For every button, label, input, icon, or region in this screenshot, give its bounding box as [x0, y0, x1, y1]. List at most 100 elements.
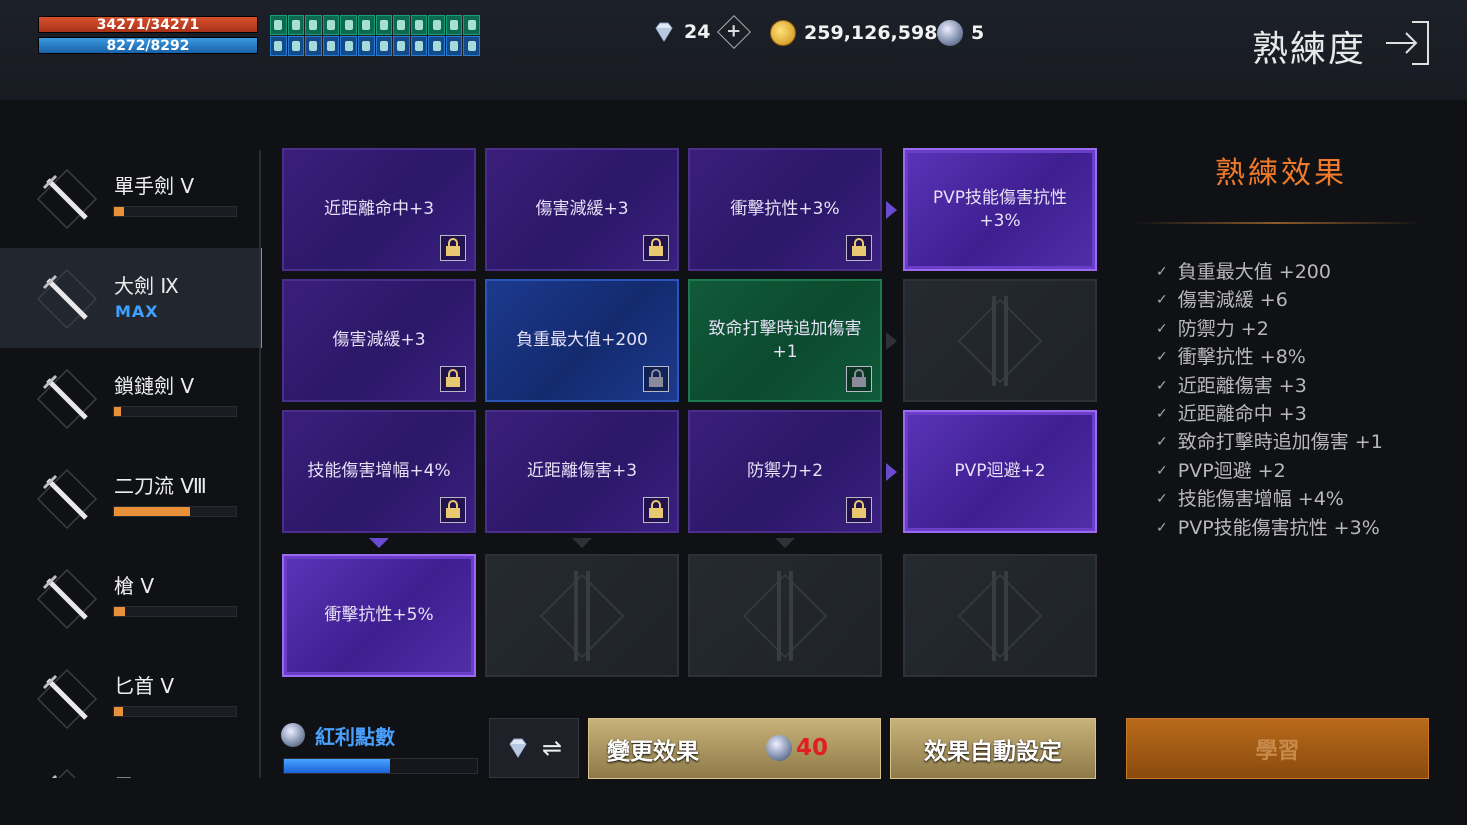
check-icon: ✓	[1156, 519, 1168, 536]
gold-amount: 259,126,598	[804, 22, 938, 44]
buff-icon[interactable]	[428, 36, 445, 56]
effect-item: ✓ 近距離命中 +3	[1156, 400, 1383, 428]
learn-button[interactable]: 學習	[1126, 718, 1429, 779]
weapon-item[interactable]: 二刀流 Ⅷ	[0, 448, 262, 548]
diamond-icon	[655, 22, 673, 42]
buff-glyph	[291, 20, 300, 30]
weapon-name: 大劍 Ⅸ	[114, 274, 179, 298]
card-label: 致命打擊時追加傷害+1	[708, 319, 862, 362]
buff-icon[interactable]	[375, 15, 393, 35]
lock-icon[interactable]	[643, 235, 669, 261]
buff-icon[interactable]	[322, 36, 340, 56]
spear-icon	[36, 568, 98, 630]
buff-icon[interactable]	[322, 15, 340, 35]
weapon-progress	[113, 606, 237, 617]
arrow-right-icon	[886, 201, 897, 219]
empty-slot[interactable]	[903, 279, 1097, 402]
change-effect-button[interactable]: 變更效果 40	[588, 718, 881, 779]
weapon-item[interactable]: 大劍 Ⅸ MAX	[0, 248, 262, 348]
lock-icon[interactable]	[440, 366, 466, 392]
effect-text: 近距離傷害 +3	[1177, 374, 1307, 397]
mastery-card[interactable]: 技能傷害增幅+4%	[282, 410, 476, 533]
buff-icon[interactable]	[287, 15, 305, 35]
check-icon: ✓	[1156, 405, 1168, 422]
effect-text: 負重最大值 +200	[1177, 261, 1331, 283]
weapon-item[interactable]: 槍 Ⅴ	[0, 548, 262, 648]
buff-icon[interactable]	[340, 36, 357, 56]
mastery-card[interactable]: 負重最大值+200	[485, 279, 679, 402]
mastery-card[interactable]: 近距離命中+3	[282, 148, 476, 271]
empty-slot[interactable]	[485, 554, 679, 677]
buff-icon[interactable]	[270, 15, 287, 35]
swap-currency-button[interactable]: ⇌	[489, 718, 579, 778]
buff-glyph	[274, 20, 283, 30]
buff-icon[interactable]	[410, 36, 428, 56]
buff-icon[interactable]	[393, 15, 410, 35]
mastery-card[interactable]: 傷害減緩+3	[282, 279, 476, 402]
weapon-item[interactable]: 弓 Ⅴ	[0, 748, 262, 778]
buff-icon[interactable]	[305, 15, 322, 35]
mp-bar: 8272/8292	[38, 37, 258, 54]
dagger-icon	[36, 668, 98, 730]
buff-glyph	[414, 41, 423, 51]
mastery-card[interactable]: 致命打擊時追加傷害+1	[688, 279, 882, 402]
mastery-card[interactable]: PVP技能傷害抗性+3%	[903, 148, 1097, 271]
mastery-card[interactable]: PVP迴避+2	[903, 410, 1097, 533]
buff-glyph	[291, 41, 300, 51]
empty-slot[interactable]	[688, 554, 882, 677]
weapon-item[interactable]: 鎖鏈劍 Ⅴ	[0, 348, 262, 448]
buff-glyph	[344, 20, 353, 30]
add-diamond-button[interactable]: +	[717, 15, 752, 49]
learn-label: 學習	[1255, 738, 1300, 764]
lock-icon[interactable]	[440, 497, 466, 523]
buff-icon[interactable]	[445, 36, 463, 56]
buff-icons[interactable]	[270, 15, 480, 56]
buff-icon[interactable]	[445, 15, 463, 35]
mastery-card[interactable]: 衝擊抗性+3%	[688, 148, 882, 271]
unlock-icon[interactable]	[846, 366, 872, 392]
mastery-card[interactable]: 防禦力+2	[688, 410, 882, 533]
buff-icon[interactable]	[357, 36, 375, 56]
effect-item: ✓ 負重最大值 +200	[1156, 258, 1383, 286]
buff-icon[interactable]	[463, 36, 480, 56]
buff-icon[interactable]	[305, 36, 322, 56]
empty-slot-emblem	[992, 570, 1008, 661]
buff-icon[interactable]	[270, 36, 287, 56]
mastery-card[interactable]: 近距離傷害+3	[485, 410, 679, 533]
weapon-item[interactable]: 單手劍 Ⅴ	[0, 148, 262, 248]
weapon-progress-fill	[114, 707, 123, 716]
buff-icon[interactable]	[357, 15, 375, 35]
mastery-card[interactable]: 傷害減緩+3	[485, 148, 679, 271]
buff-glyph	[450, 20, 459, 30]
buff-icon[interactable]	[287, 36, 305, 56]
buff-glyph	[362, 41, 371, 51]
buff-glyph	[450, 41, 459, 51]
bonus-orb-icon	[281, 723, 305, 747]
buff-icon[interactable]	[340, 15, 357, 35]
weapon-name: 弓 Ⅴ	[114, 770, 154, 778]
buff-icon[interactable]	[375, 36, 393, 56]
card-label: 傷害減緩+3	[332, 330, 426, 351]
weapon-item[interactable]: 匕首 Ⅴ	[0, 648, 262, 748]
buff-icon[interactable]	[393, 36, 410, 56]
buff-icon[interactable]	[428, 15, 445, 35]
card-label: PVP技能傷害抗性+3%	[932, 188, 1068, 231]
auto-set-button[interactable]: 效果自動設定	[890, 718, 1096, 779]
lock-icon[interactable]	[846, 497, 872, 523]
buff-icon[interactable]	[410, 15, 428, 35]
lock-icon[interactable]	[643, 497, 669, 523]
mastery-card[interactable]: 衝擊抗性+5%	[282, 554, 476, 677]
empty-slot[interactable]	[903, 554, 1097, 677]
check-icon: ✓	[1156, 491, 1168, 508]
unlock-icon[interactable]	[643, 366, 669, 392]
weapon-list[interactable]: 單手劍 Ⅴ 大劍 Ⅸ MAX 鎖鏈劍 Ⅴ 二刀流 Ⅷ 槍 Ⅴ 匕首 Ⅴ	[0, 148, 262, 778]
check-icon: ✓	[1156, 434, 1168, 451]
card-label: 衝擊抗性+5%	[324, 605, 434, 626]
card-label: 近距離命中+3	[323, 199, 435, 220]
exit-arrow-icon[interactable]	[1384, 18, 1430, 68]
buff-icon[interactable]	[463, 15, 480, 35]
buff-glyph	[327, 41, 336, 51]
lock-icon[interactable]	[440, 235, 466, 261]
weapon-name: 槍 Ⅴ	[114, 574, 155, 598]
lock-icon[interactable]	[846, 235, 872, 261]
